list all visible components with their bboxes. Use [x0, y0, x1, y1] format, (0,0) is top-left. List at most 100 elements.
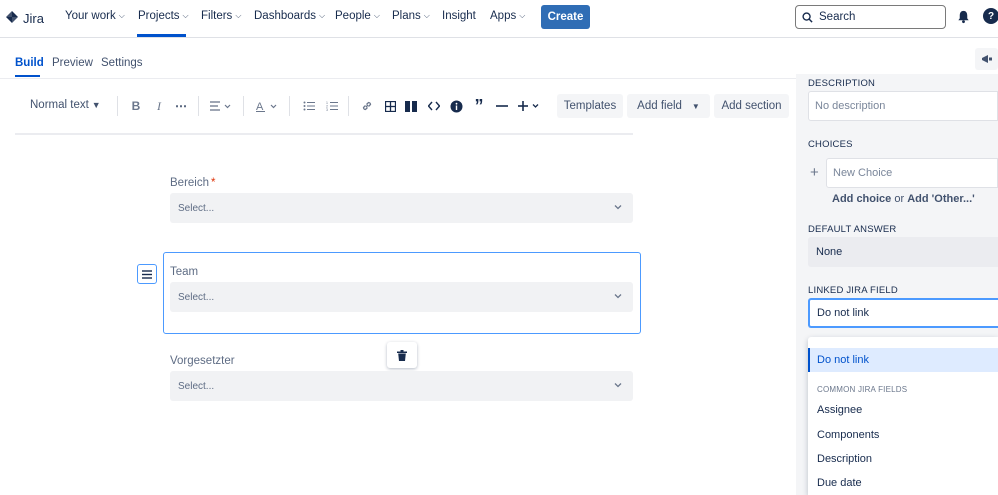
linked-jira-field-select[interactable]: Do not link: [808, 298, 998, 328]
search-input[interactable]: Search: [795, 5, 946, 29]
jira-logo[interactable]: Jira: [4, 9, 44, 27]
feedback-button[interactable]: [975, 48, 998, 70]
new-choice-placeholder: New Choice: [833, 167, 893, 179]
chevron-down-icon: ⌵: [182, 11, 189, 20]
italic-icon[interactable]: I: [152, 99, 166, 113]
nav-filters[interactable]: Filters ⌵: [201, 10, 241, 22]
add-field-button[interactable]: Add field ▼: [627, 94, 710, 118]
linked-field-value: Do not link: [817, 307, 869, 319]
tab-preview[interactable]: Preview: [52, 57, 93, 69]
linked-field-label: LINKED JIRA FIELD: [808, 285, 898, 296]
nav-label: Filters: [201, 10, 233, 22]
option-assignee[interactable]: Assignee: [808, 398, 998, 422]
new-choice-input[interactable]: New Choice: [826, 158, 998, 188]
insert-more-icon[interactable]: [517, 99, 543, 113]
help-icon[interactable]: ?: [983, 8, 998, 24]
select-placeholder: Select...: [178, 291, 215, 303]
search-placeholder: Search: [819, 11, 856, 23]
numbered-list-icon[interactable]: 123: [325, 99, 339, 113]
text-style-dropdown[interactable]: Normal text ▼: [30, 99, 101, 111]
logo-text: Jira: [23, 10, 44, 26]
bold-icon[interactable]: B: [129, 99, 143, 113]
option-due-date[interactable]: Due date: [808, 471, 998, 495]
team-select[interactable]: Select...: [170, 282, 633, 312]
code-icon[interactable]: [427, 99, 441, 113]
nav-people[interactable]: People ⌵: [335, 10, 380, 22]
alignment-icon[interactable]: [209, 99, 233, 113]
choices-label: CHOICES: [808, 139, 853, 150]
tab-build[interactable]: Build: [15, 57, 44, 69]
default-answer-value: None: [816, 246, 843, 258]
field-label-vorgesetzter: Vorgesetzter: [170, 355, 235, 367]
create-button[interactable]: Create: [541, 5, 590, 29]
toolbar-divider: [243, 96, 244, 116]
add-choice-row: Add choice or Add 'Other...': [832, 193, 975, 205]
nav-your-work[interactable]: Your work ⌵: [65, 10, 125, 22]
chevron-down-icon: ⌵: [373, 11, 380, 20]
linked-field-dropdown: Do not link COMMON JIRA FIELDS Assignee …: [808, 337, 998, 495]
field-label-bereich: Bereich *: [170, 177, 215, 189]
toolbar-top-divider: [0, 78, 796, 79]
option-do-not-link[interactable]: Do not link: [808, 348, 998, 372]
layout-columns-icon[interactable]: [404, 99, 418, 113]
templates-button[interactable]: Templates: [557, 94, 623, 118]
toolbar-divider: [198, 96, 199, 116]
text-style-label: Normal text: [30, 99, 89, 111]
nav-apps[interactable]: Apps ⌵: [490, 10, 525, 22]
chevron-down-icon: ⌵: [235, 11, 242, 20]
toolbar-divider: [117, 96, 118, 116]
tab-settings[interactable]: Settings: [101, 57, 143, 69]
required-marker: *: [211, 177, 216, 189]
info-icon[interactable]: [449, 99, 463, 113]
description-input[interactable]: No description: [808, 91, 998, 121]
active-nav-indicator: [137, 34, 186, 37]
option-components[interactable]: Components: [808, 423, 998, 447]
link-icon[interactable]: [360, 99, 374, 113]
field-menu-icon[interactable]: [137, 264, 157, 284]
chevron-down-icon: ▼: [91, 100, 101, 110]
jira-logo-icon: [6, 11, 18, 23]
add-section-button[interactable]: Add section: [714, 94, 789, 118]
nav-projects[interactable]: Projects ⌵: [138, 10, 189, 22]
select-placeholder: Select...: [178, 202, 215, 214]
toolbar-divider: [348, 96, 349, 116]
svg-text:A: A: [256, 101, 264, 112]
toolbar-divider: [289, 96, 290, 116]
divider-icon[interactable]: [495, 99, 509, 113]
megaphone-icon: [981, 55, 992, 63]
quote-icon[interactable]: ”: [472, 96, 486, 116]
add-choice-link[interactable]: Add choice: [832, 193, 891, 205]
chevron-down-icon: [614, 294, 622, 299]
nav-insight[interactable]: Insight: [442, 10, 476, 22]
description-label: DESCRIPTION: [808, 78, 876, 89]
chevron-down-icon: ▼: [691, 101, 700, 111]
option-description[interactable]: Description: [808, 447, 998, 471]
svg-text:3: 3: [326, 108, 328, 111]
editor-content-divider: [15, 133, 633, 135]
nav-dashboards[interactable]: Dashboards ⌵: [254, 10, 325, 22]
text-color-icon[interactable]: A: [255, 99, 279, 113]
bullet-list-icon[interactable]: [302, 99, 316, 113]
add-other-link[interactable]: Add 'Other...': [907, 193, 975, 205]
chevron-down-icon: [614, 383, 622, 388]
table-icon[interactable]: [383, 99, 397, 113]
delete-field-button[interactable]: [387, 342, 417, 368]
nav-label: People: [335, 10, 371, 22]
chevron-down-icon: ⌵: [319, 11, 326, 20]
bereich-select[interactable]: Select...: [170, 193, 633, 223]
nav-label: Projects: [138, 10, 180, 22]
chevron-down-icon: ⌵: [519, 11, 526, 20]
default-answer-select[interactable]: None: [808, 237, 998, 267]
add-field-label: Add field: [637, 100, 682, 112]
notifications-bell-icon[interactable]: [956, 9, 971, 27]
group-common-jira-fields: COMMON JIRA FIELDS: [817, 385, 908, 394]
plus-icon: +: [810, 164, 819, 181]
vorgesetzter-select[interactable]: Select...: [170, 371, 633, 401]
nav-label: Apps: [490, 10, 517, 22]
more-formatting-icon[interactable]: ⋯: [174, 99, 188, 113]
nav-label: Plans: [392, 10, 421, 22]
field-label-team: Team: [170, 266, 199, 278]
active-tab-indicator: [15, 75, 40, 77]
nav-plans[interactable]: Plans ⌵: [392, 10, 430, 22]
chevron-down-icon: ⌵: [423, 11, 430, 20]
